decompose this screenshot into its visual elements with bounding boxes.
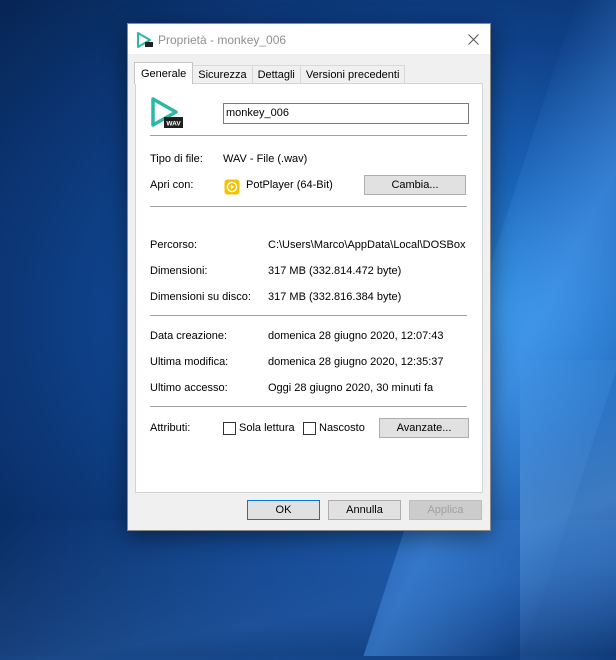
wav-badge-text: WAV — [166, 121, 181, 128]
wav-file-icon — [137, 32, 153, 48]
tab-dettagli[interactable]: Dettagli — [251, 65, 301, 84]
desktop-light-streak — [0, 520, 616, 660]
general-tab-panel: WAV Tipo di file: WAV - File (.wav) Apri… — [135, 83, 483, 493]
accessed-label: Ultimo accesso: — [150, 382, 228, 394]
created-value: domenica 28 giugno 2020, 12:07:43 — [268, 330, 444, 342]
close-button[interactable] — [456, 24, 490, 54]
apply-button[interactable]: Applica — [409, 500, 482, 520]
path-label: Percorso: — [150, 239, 198, 251]
disk-size-label: Dimensioni su disco: — [150, 291, 251, 303]
change-app-button[interactable]: Cambia... — [364, 175, 466, 195]
size-label: Dimensioni: — [150, 265, 208, 277]
separator — [150, 406, 467, 407]
open-with-label: Apri con: — [150, 179, 194, 191]
file-name-input[interactable] — [223, 103, 469, 124]
separator — [150, 135, 467, 136]
tab-versioni-precedenti[interactable]: Versioni precedenti — [299, 65, 406, 84]
created-label: Data creazione: — [150, 330, 228, 342]
hidden-checkbox[interactable] — [303, 422, 316, 435]
potplayer-icon — [224, 179, 240, 195]
hidden-label: Nascosto — [319, 422, 365, 434]
disk-size-value: 317 MB (332.816.384 byte) — [268, 291, 402, 303]
separator — [150, 315, 467, 316]
separator — [150, 206, 467, 207]
size-value: 317 MB (332.814.472 byte) — [268, 265, 402, 277]
attributes-label: Attributi: — [150, 422, 191, 434]
window-title: Proprietà - monkey_006 — [158, 33, 287, 47]
cancel-button[interactable]: Annulla — [328, 500, 401, 520]
tab-bar: Generale Sicurezza Dettagli Versioni pre… — [134, 62, 406, 84]
open-with-value: PotPlayer (64-Bit) — [246, 179, 333, 191]
ok-button[interactable]: OK — [247, 500, 320, 520]
wav-file-icon: WAV — [151, 97, 183, 128]
readonly-label: Sola lettura — [239, 422, 295, 434]
tab-sicurezza[interactable]: Sicurezza — [192, 65, 253, 84]
accessed-value: Oggi 28 giugno 2020, 30 minuti fa — [268, 382, 434, 394]
readonly-checkbox[interactable] — [223, 422, 236, 435]
modified-value: domenica 28 giugno 2020, 12:35:37 — [268, 356, 444, 368]
advanced-button[interactable]: Avanzate... — [379, 418, 469, 438]
path-value: C:\Users\Marco\AppData\Local\DOSBox — [268, 239, 466, 251]
file-type-value: WAV - File (.wav) — [223, 153, 308, 165]
title-bar[interactable]: Proprietà - monkey_006 — [128, 24, 490, 54]
desktop-light-streak — [520, 360, 616, 660]
tab-generale[interactable]: Generale — [134, 62, 194, 84]
close-icon — [467, 33, 479, 45]
properties-dialog: Proprietà - monkey_006 Generale Sicurezz… — [127, 23, 491, 531]
file-type-label: Tipo di file: — [150, 153, 203, 165]
modified-label: Ultima modifica: — [150, 356, 229, 368]
